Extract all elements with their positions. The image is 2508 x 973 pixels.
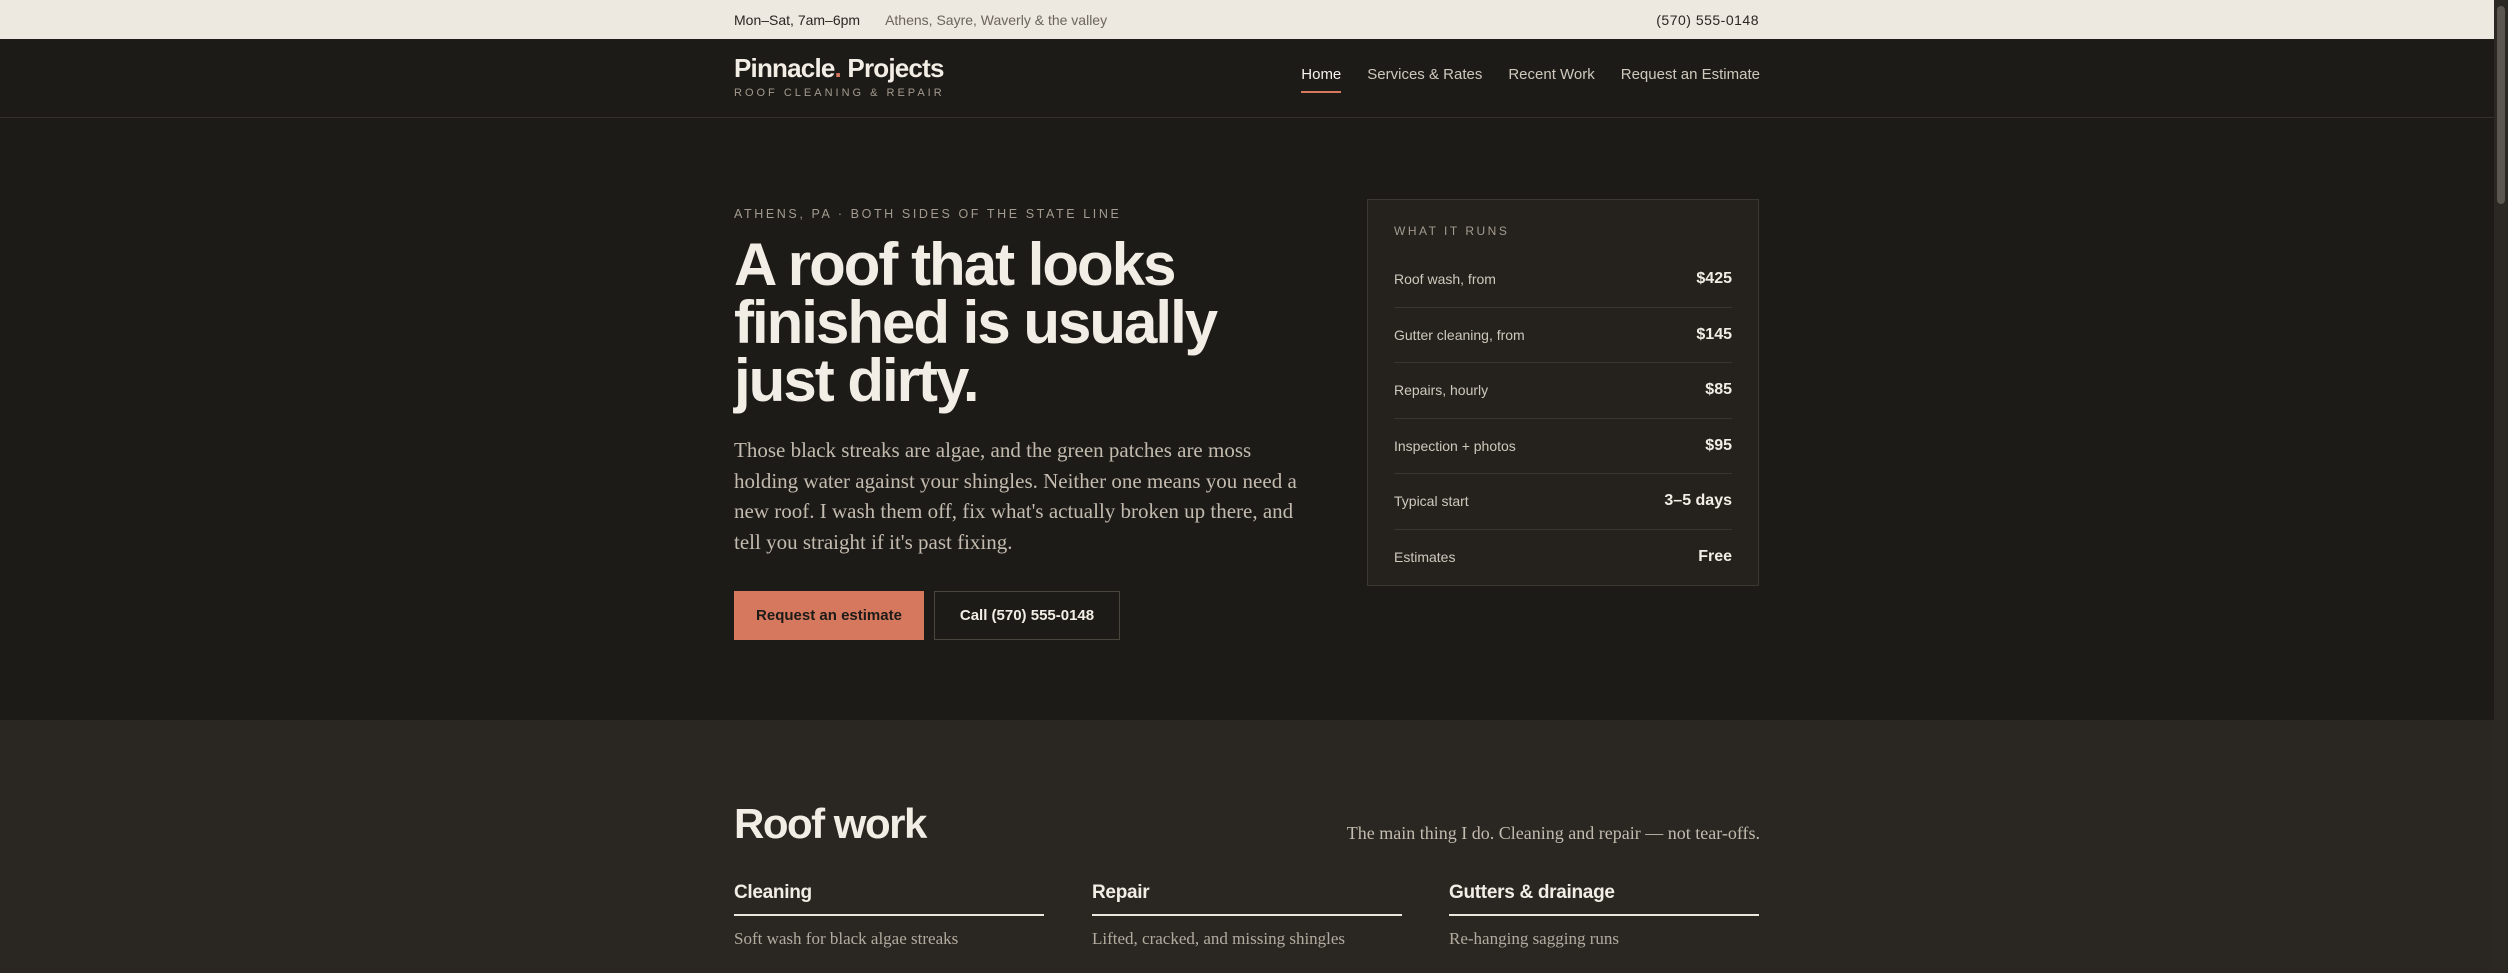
rate-value: $145	[1696, 325, 1732, 343]
request-estimate-button[interactable]: Request an estimate	[734, 591, 924, 640]
brand-tagline: ROOF CLEANING & REPAIR	[734, 87, 945, 99]
nav-item-recent-work[interactable]: Recent Work	[1508, 66, 1594, 93]
nav-item-request-estimate[interactable]: Request an Estimate	[1621, 66, 1760, 93]
business-hours: Mon–Sat, 7am–6pm	[734, 11, 861, 28]
service-title: Gutters & drainage	[1449, 882, 1759, 916]
rate-value: $95	[1705, 436, 1732, 454]
service-column-repair: Repair Lifted, cracked, and missing shin…	[1092, 882, 1402, 949]
rate-row: Gutter cleaning, from $145	[1394, 308, 1732, 363]
call-phone-button[interactable]: Call (570) 555-0148	[934, 591, 1120, 640]
hero-title: A roof that looks finished is usually ju…	[734, 231, 1218, 414]
rate-row: Typical start 3–5 days	[1394, 474, 1732, 530]
brand-name-second: Projects	[840, 53, 944, 83]
rate-row: Roof wash, from $425	[1394, 252, 1732, 308]
rate-row: Estimates Free	[1394, 530, 1732, 586]
nav-menu: Home Services & Rates Recent Work Reques…	[1301, 66, 1760, 93]
service-description: Soft wash for black algae streaks	[734, 929, 959, 948]
hero-body: Those black streaks are algae, and the g…	[734, 438, 1297, 554]
rate-label: Estimates	[1394, 549, 1456, 566]
rate-label: Typical start	[1394, 493, 1469, 510]
services-section: Roof work The main thing I do. Cleaning …	[0, 720, 2494, 973]
brand-name-first: Pinnacle	[734, 53, 835, 83]
page-scrollbar[interactable]	[2494, 0, 2508, 973]
services-heading: Roof work	[734, 800, 927, 847]
rate-label: Roof wash, from	[1394, 271, 1496, 288]
rate-value: $85	[1705, 381, 1732, 399]
service-title: Repair	[1092, 882, 1402, 916]
rate-value: $425	[1696, 270, 1732, 288]
rate-label: Gutter cleaning, from	[1394, 326, 1525, 343]
hero-eyebrow: ATHENS, PA · BOTH SIDES OF THE STATE LIN…	[734, 207, 1122, 221]
brand-name: Pinnacle. Projects	[734, 55, 945, 81]
service-description: Lifted, cracked, and missing shingles	[1092, 929, 1346, 948]
rate-row: Repairs, hourly $85	[1394, 363, 1732, 419]
services-subheading: The main thing I do. Cleaning and repair…	[1346, 823, 1760, 843]
service-column-cleaning: Cleaning Soft wash for black algae strea…	[734, 882, 1044, 949]
rate-label: Inspection + photos	[1394, 437, 1516, 454]
service-areas: Athens, Sayre, Waverly & the valley	[885, 11, 1108, 28]
rate-row: Inspection + photos $95	[1394, 419, 1732, 474]
top-info-bar-content: Mon–Sat, 7am–6pm Athens, Sayre, Waverly …	[734, 0, 1759, 39]
service-title: Cleaning	[734, 882, 1044, 916]
rates-card-title: WHAT IT RUNS	[1394, 224, 1510, 238]
service-description: Re-hanging sagging runs	[1449, 929, 1619, 948]
rate-value: 3–5 days	[1664, 492, 1732, 510]
service-column-gutters: Gutters & drainage Re-hanging sagging ru…	[1449, 882, 1759, 949]
rates-card: WHAT IT RUNS Roof wash, from $425 Gutter…	[1367, 199, 1759, 586]
rate-value: Free	[1698, 548, 1732, 566]
topbar-phone-link[interactable]: (570) 555-0148	[1656, 12, 1759, 28]
rate-label: Repairs, hourly	[1394, 382, 1489, 399]
brand-logo[interactable]: Pinnacle. Projects ROOF CLEANING & REPAI…	[734, 55, 945, 99]
scrollbar-thumb[interactable]	[2497, 6, 2505, 204]
nav-item-services-rates[interactable]: Services & Rates	[1367, 66, 1482, 93]
top-info-bar: Mon–Sat, 7am–6pm Athens, Sayre, Waverly …	[0, 0, 2494, 39]
main-navigation: Pinnacle. Projects ROOF CLEANING & REPAI…	[0, 39, 2494, 118]
nav-item-home[interactable]: Home	[1301, 66, 1342, 93]
